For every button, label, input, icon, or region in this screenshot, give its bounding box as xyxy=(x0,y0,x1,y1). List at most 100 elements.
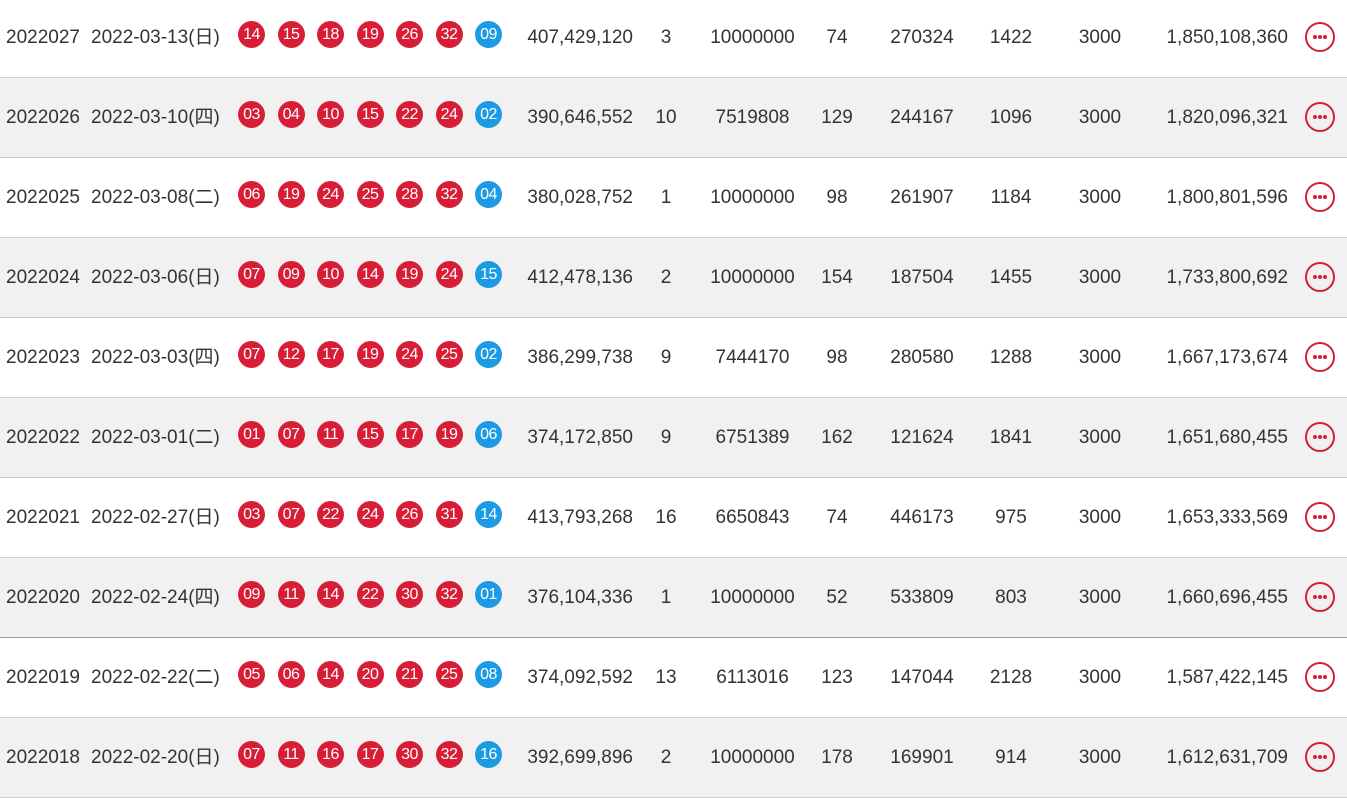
third-prize-count: 1288 xyxy=(989,347,1033,368)
red-ball: 32 xyxy=(435,181,463,208)
blue-ball: 01 xyxy=(475,581,502,608)
red-ball: 14 xyxy=(317,661,344,688)
first-prize-count: 10 xyxy=(655,107,677,128)
winning-numbers: 01 07 11 15 17 19 06 xyxy=(238,421,515,451)
table-row: 2022023 2022-03-03(四) 07 12 17 19 24 25 02 386,29… xyxy=(0,318,1347,398)
red-ball: 24 xyxy=(317,181,344,208)
second-prize-count: 129 xyxy=(821,107,853,128)
red-ball: 25 xyxy=(435,341,463,368)
draw-date: 2022-02-20(日) xyxy=(91,747,220,768)
table-row: 2022027 2022-03-13(日) 14 15 18 19 26 32 09 407,42… xyxy=(0,0,1347,78)
more-dot xyxy=(1318,435,1322,439)
draw-date: 2022-03-06(日) xyxy=(91,267,220,288)
third-prize-amount: 3000 xyxy=(1078,107,1122,128)
more-options-icon[interactable] xyxy=(1305,422,1335,452)
winning-numbers: 06 19 24 25 28 32 04 xyxy=(238,181,515,211)
sales-amount: 386,299,738 xyxy=(527,347,633,368)
blue-ball: 06 xyxy=(475,421,502,448)
issue-number: 2022024 xyxy=(6,267,80,288)
table-row: 2022018 2022-02-20(日) 07 11 16 17 30 32 16 392,69… xyxy=(0,718,1347,798)
more-dot xyxy=(1323,675,1327,679)
red-ball: 25 xyxy=(435,661,463,688)
more-options-icon[interactable] xyxy=(1305,742,1335,772)
blue-ball: 04 xyxy=(475,181,502,208)
third-prize-amount: 3000 xyxy=(1078,427,1122,448)
draw-date: 2022-03-08(二) xyxy=(91,187,220,208)
red-ball: 10 xyxy=(317,101,344,128)
third-prize-count: 1184 xyxy=(990,187,1032,208)
more-options-icon[interactable] xyxy=(1305,22,1335,52)
more-dot xyxy=(1323,515,1327,519)
third-prize-amount: 3000 xyxy=(1078,267,1122,288)
more-dot xyxy=(1313,755,1317,759)
first-prize-amount: 10000000 xyxy=(710,587,795,608)
more-options-icon[interactable] xyxy=(1305,342,1335,372)
prize-pool: 1,800,801,596 xyxy=(1166,187,1288,208)
first-prize-count: 9 xyxy=(660,347,672,368)
more-dot xyxy=(1323,755,1327,759)
more-cell xyxy=(1305,262,1335,292)
issue-number: 2022023 xyxy=(6,347,80,368)
red-ball: 24 xyxy=(396,341,423,368)
more-cell xyxy=(1305,182,1335,212)
more-options-icon[interactable] xyxy=(1305,182,1335,212)
red-ball: 03 xyxy=(238,501,265,528)
draw-date: 2022-03-03(四) xyxy=(91,347,220,368)
third-prize-count: 803 xyxy=(995,587,1027,608)
second-prize-count: 178 xyxy=(821,747,853,768)
prize-pool: 1,820,096,321 xyxy=(1166,107,1288,128)
first-prize-amount: 10000000 xyxy=(710,27,795,48)
winning-numbers: 14 15 18 19 26 32 09 xyxy=(238,21,515,51)
second-prize-count: 52 xyxy=(826,587,848,608)
prize-pool: 1,850,108,360 xyxy=(1166,27,1288,48)
first-prize-count: 1 xyxy=(660,187,672,208)
table-row: 2022026 2022-03-10(四) 03 04 10 15 22 24 02 390,64… xyxy=(0,78,1347,158)
first-prize-amount: 7444170 xyxy=(715,347,790,368)
table-row: 2022022 2022-03-01(二) 01 07 11 15 17 19 06 374,17… xyxy=(0,398,1347,478)
red-ball: 14 xyxy=(317,581,344,608)
more-dot xyxy=(1318,355,1322,359)
first-prize-count: 9 xyxy=(660,427,672,448)
prize-pool: 1,587,422,145 xyxy=(1166,667,1288,688)
more-options-icon[interactable] xyxy=(1305,582,1335,612)
second-prize-amount: 533809 xyxy=(890,587,954,608)
third-prize-count: 1422 xyxy=(989,27,1033,48)
red-ball: 30 xyxy=(396,581,423,608)
blue-ball: 09 xyxy=(475,21,502,48)
first-prize-count: 2 xyxy=(660,267,672,288)
second-prize-amount: 147044 xyxy=(890,667,954,688)
second-prize-amount: 261907 xyxy=(890,187,954,208)
red-ball: 31 xyxy=(435,501,463,528)
second-prize-count: 154 xyxy=(821,267,853,288)
more-cell xyxy=(1305,22,1335,52)
third-prize-count: 914 xyxy=(995,747,1027,768)
more-dot xyxy=(1323,195,1327,199)
more-dot xyxy=(1313,115,1317,119)
red-ball: 19 xyxy=(356,341,384,368)
red-ball: 12 xyxy=(277,341,305,368)
more-options-icon[interactable] xyxy=(1305,502,1335,532)
second-prize-amount: 280580 xyxy=(890,347,954,368)
red-ball: 19 xyxy=(396,261,423,288)
blue-ball: 14 xyxy=(475,501,502,528)
first-prize-count: 13 xyxy=(655,667,677,688)
more-dot xyxy=(1313,595,1317,599)
red-ball: 07 xyxy=(238,261,265,288)
more-options-icon[interactable] xyxy=(1305,262,1335,292)
red-ball: 26 xyxy=(396,21,423,48)
red-ball: 17 xyxy=(317,341,344,368)
more-cell xyxy=(1305,102,1335,132)
more-options-icon[interactable] xyxy=(1305,662,1335,692)
winning-numbers: 07 12 17 19 24 25 02 xyxy=(238,341,515,371)
issue-number: 2022027 xyxy=(6,27,80,48)
second-prize-amount: 121624 xyxy=(890,427,954,448)
issue-number: 2022026 xyxy=(6,107,80,128)
third-prize-amount: 3000 xyxy=(1078,587,1122,608)
red-ball: 10 xyxy=(317,261,344,288)
third-prize-amount: 3000 xyxy=(1078,187,1122,208)
red-ball: 26 xyxy=(396,501,423,528)
more-dot xyxy=(1313,275,1317,279)
first-prize-amount: 6113016 xyxy=(716,667,789,688)
issue-number: 2022022 xyxy=(6,427,80,448)
more-options-icon[interactable] xyxy=(1305,102,1335,132)
